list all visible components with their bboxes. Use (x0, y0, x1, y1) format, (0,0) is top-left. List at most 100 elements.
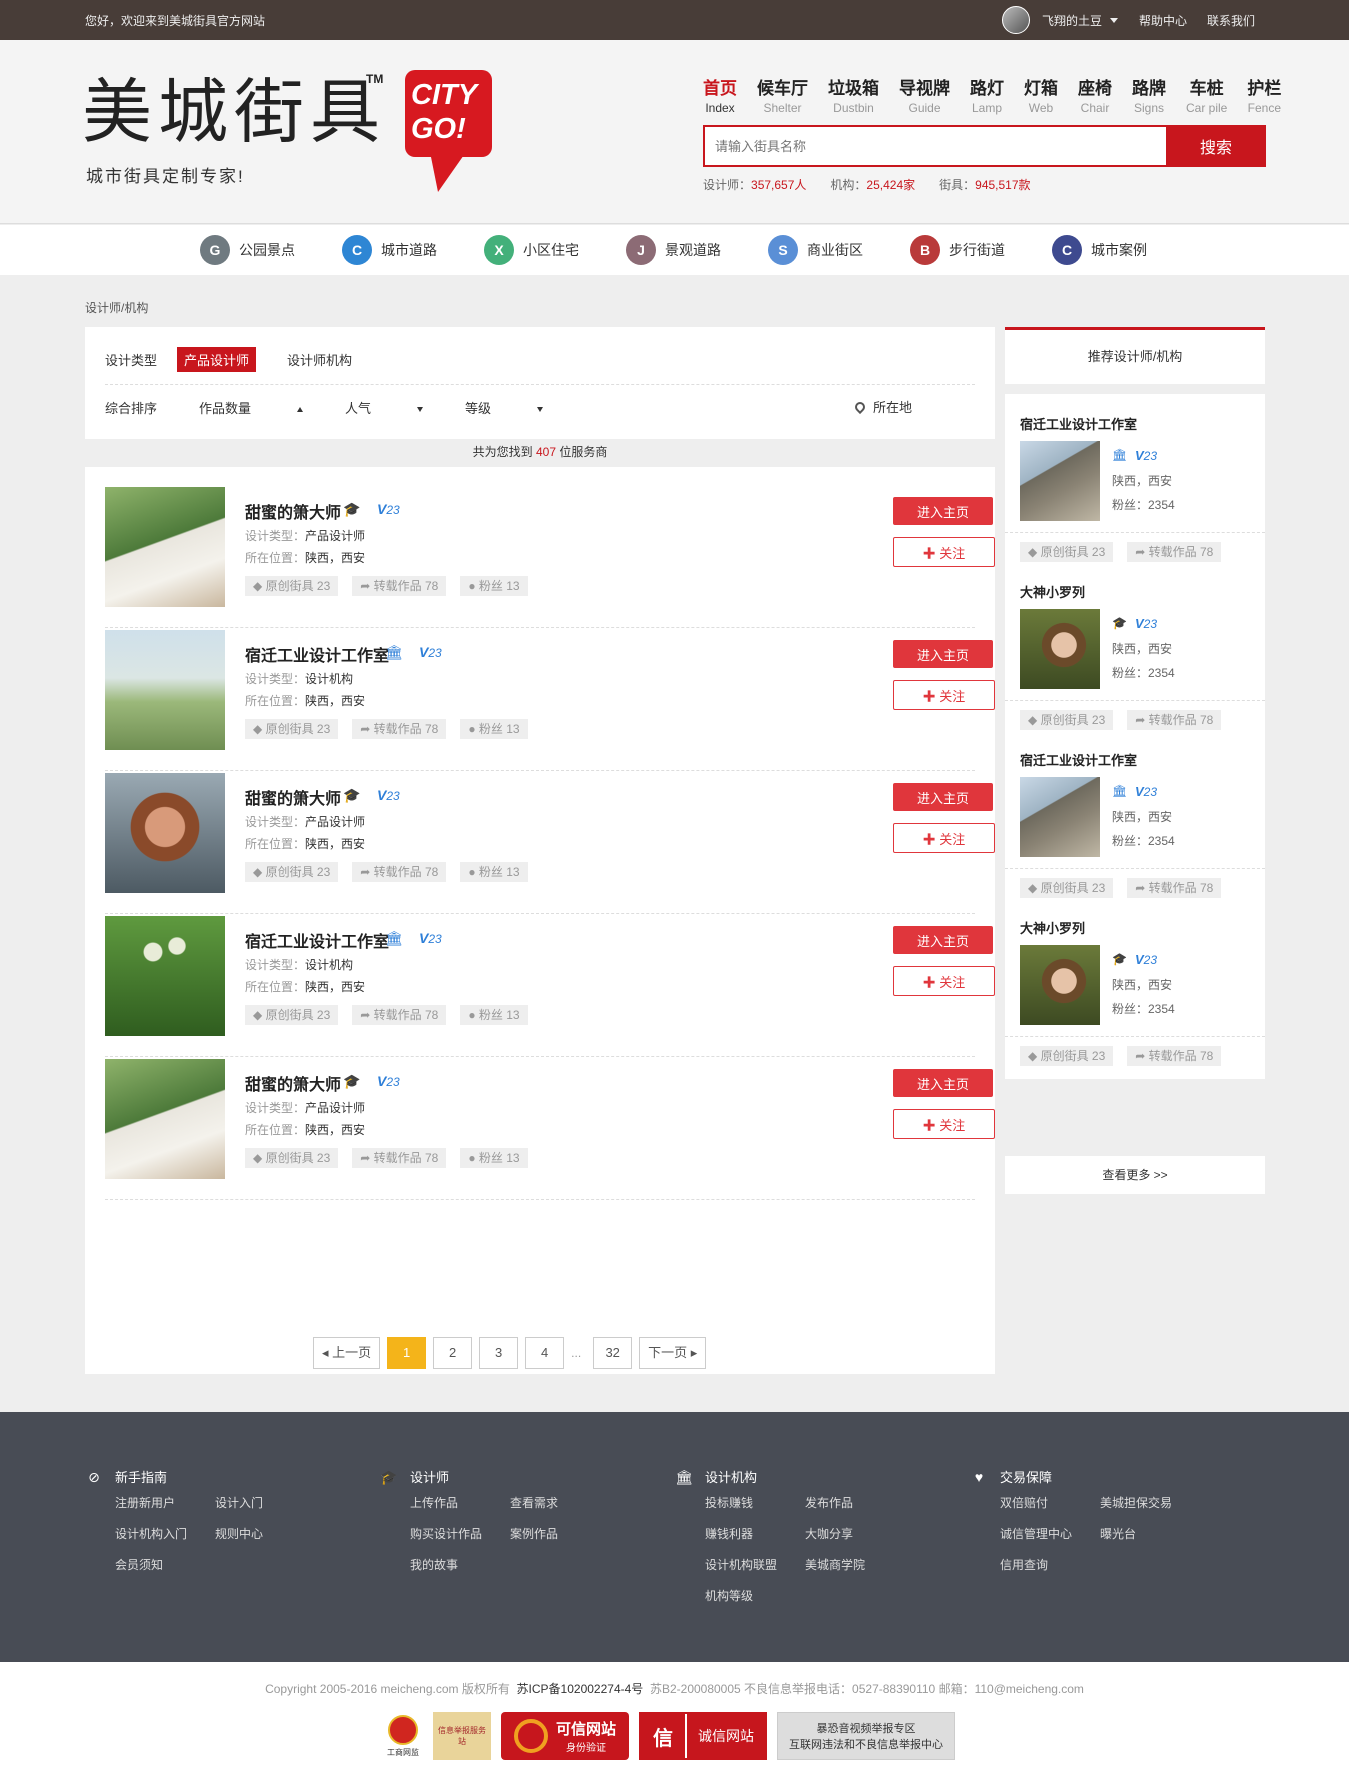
nav-item-fence[interactable]: 护栏 Fence (1247, 74, 1281, 115)
footer-link[interactable]: 诚信管理中心 (1000, 1525, 1100, 1542)
item-name[interactable]: 甜蜜的箫大师 (245, 785, 341, 809)
avatar[interactable] (1002, 6, 1030, 34)
item-name[interactable]: 甜蜜的箫大师 (245, 499, 341, 523)
nav-item-guide[interactable]: 导视牌 Guide (899, 74, 950, 115)
footer-link[interactable]: 双倍赔付 (1000, 1494, 1100, 1511)
badge-report-station[interactable]: 信息举报服务站 (433, 1712, 491, 1760)
footer-link[interactable]: 我的故事 (410, 1556, 510, 1573)
item-name[interactable]: 宿迁工业设计工作室 (245, 642, 389, 666)
share-icon: ➦ (1135, 881, 1149, 895)
badge-integrity-site[interactable]: 信 诚信网站 (639, 1712, 767, 1760)
badge-trusted-site[interactable]: 可信网站 身份验证 (501, 1712, 629, 1760)
page-4[interactable]: 4 (525, 1337, 565, 1369)
badge-gov-seal[interactable]: 工商网监 (383, 1712, 423, 1760)
footer-link[interactable]: 信用查询 (1000, 1556, 1100, 1573)
follow-button[interactable]: ✚ 关注 (893, 823, 995, 853)
recommended-name[interactable]: 宿迁工业设计工作室 (1020, 750, 1137, 769)
item-thumbnail[interactable] (105, 773, 225, 893)
recommended-name[interactable]: 大神小罗列 (1020, 582, 1085, 601)
nav-item-car-pile[interactable]: 车桩 Car pile (1186, 74, 1227, 115)
logo[interactable]: 美城街具 (82, 72, 386, 152)
recommended-name[interactable]: 大神小罗列 (1020, 918, 1085, 937)
location-label[interactable]: 所在地 (873, 397, 912, 416)
enter-homepage-button[interactable]: 进入主页 (893, 640, 993, 668)
nav-item-chair[interactable]: 座椅 Chair (1078, 74, 1112, 115)
nav-label: 灯箱 (1024, 79, 1058, 98)
username[interactable]: 飞翔的土豆 (1042, 12, 1102, 29)
enter-homepage-button[interactable]: 进入主页 (893, 783, 993, 811)
nav-item-signs[interactable]: 路牌 Signs (1132, 74, 1166, 115)
category-item[interactable]: C 城市案例 (1052, 235, 1147, 265)
sort-overall[interactable]: 综合排序 (105, 398, 157, 417)
see-more-link[interactable]: 查看更多 >> (1005, 1156, 1265, 1194)
footer-link[interactable]: 机构等级 (705, 1587, 805, 1604)
footer-link[interactable]: 大咖分享 (805, 1525, 905, 1542)
tab-product-designer[interactable]: 产品设计师 (177, 347, 257, 372)
category-item[interactable]: X 小区住宅 (484, 235, 579, 265)
contact-us-link[interactable]: 联系我们 (1207, 12, 1255, 29)
recommended-thumbnail[interactable] (1020, 609, 1100, 689)
nav-item-shelter[interactable]: 候车厅 Shelter (757, 74, 808, 115)
footer-link[interactable]: 设计机构联盟 (705, 1556, 805, 1573)
footer-link[interactable]: 案例作品 (510, 1525, 610, 1542)
page-1[interactable]: 1 (387, 1337, 427, 1369)
icp-number[interactable]: 苏ICP备102002274-4号 (517, 1682, 644, 1696)
follow-button[interactable]: ✚ 关注 (893, 537, 995, 567)
user-menu[interactable]: 飞翔的土豆 (1002, 6, 1119, 34)
category-item[interactable]: B 步行街道 (910, 235, 1005, 265)
help-center-link[interactable]: 帮助中心 (1139, 12, 1187, 29)
footer-link[interactable]: 曝光台 (1100, 1525, 1200, 1542)
enter-homepage-button[interactable]: 进入主页 (893, 926, 993, 954)
category-item[interactable]: S 商业街区 (768, 235, 863, 265)
location-filter[interactable]: 所在地 (852, 397, 912, 416)
category-item[interactable]: J 景观道路 (626, 235, 721, 265)
footer-link[interactable]: 设计机构入门 (115, 1525, 215, 1542)
search-input[interactable] (703, 125, 1166, 167)
category-item[interactable]: C 城市道路 (342, 235, 437, 265)
next-page-button[interactable]: 下一页 ▸ (639, 1337, 707, 1369)
nav-item-web[interactable]: 灯箱 Web (1024, 74, 1058, 115)
footer-link[interactable]: 投标赚钱 (705, 1494, 805, 1511)
footer-link[interactable]: 规则中心 (215, 1525, 315, 1542)
page-2[interactable]: 2 (433, 1337, 473, 1369)
footer-link[interactable]: 上传作品 (410, 1494, 510, 1511)
chevron-down-icon[interactable] (1110, 17, 1119, 23)
footer-link[interactable]: 发布作品 (805, 1494, 905, 1511)
footer-link[interactable]: 会员须知 (115, 1556, 215, 1573)
follow-button[interactable]: ✚ 关注 (893, 966, 995, 996)
enter-homepage-button[interactable]: 进入主页 (893, 497, 993, 525)
item-thumbnail[interactable] (105, 630, 225, 750)
category-item[interactable]: G 公园景点 (200, 235, 295, 265)
nav-item-lamp[interactable]: 路灯 Lamp (970, 74, 1004, 115)
recommended-thumbnail[interactable] (1020, 441, 1100, 521)
follow-button[interactable]: ✚ 关注 (893, 1109, 995, 1139)
enter-homepage-button[interactable]: 进入主页 (893, 1069, 993, 1097)
item-name[interactable]: 宿迁工业设计工作室 (245, 928, 389, 952)
footer-link[interactable]: 购买设计作品 (410, 1525, 510, 1542)
tab-designer-org[interactable]: 设计师机构 (280, 347, 359, 372)
search-button[interactable]: 搜索 (1166, 125, 1266, 167)
follow-button[interactable]: ✚ 关注 (893, 680, 995, 710)
sort-popularity[interactable]: 人气 (345, 398, 424, 417)
prev-page-button[interactable]: ◂ 上一页 (313, 1337, 381, 1369)
item-thumbnail[interactable] (105, 916, 225, 1036)
footer-link[interactable]: 设计入门 (215, 1494, 315, 1511)
footer-link[interactable]: 赚钱利器 (705, 1525, 805, 1542)
sort-works-count[interactable]: 作品数量 (199, 398, 304, 417)
nav-item-index[interactable]: 首页 Index (703, 74, 737, 115)
page-last[interactable]: 32 (593, 1337, 633, 1369)
footer-link[interactable]: 查看需求 (510, 1494, 610, 1511)
item-name[interactable]: 甜蜜的箫大师 (245, 1071, 341, 1095)
recommended-name[interactable]: 宿迁工业设计工作室 (1020, 414, 1137, 433)
item-thumbnail[interactable] (105, 1059, 225, 1179)
recommended-thumbnail[interactable] (1020, 777, 1100, 857)
page-3[interactable]: 3 (479, 1337, 519, 1369)
nav-item-dustbin[interactable]: 垃圾箱 Dustbin (828, 74, 879, 115)
badge-report-center[interactable]: 暴恐音视频举报专区 互联网违法和不良信息举报中心 (777, 1712, 955, 1760)
footer-link[interactable]: 美城担保交易 (1100, 1494, 1200, 1511)
footer-link[interactable]: 美城商学院 (805, 1556, 905, 1573)
sort-level[interactable]: 等级 (465, 398, 544, 417)
item-thumbnail[interactable] (105, 487, 225, 607)
footer-link[interactable]: 注册新用户 (115, 1494, 215, 1511)
recommended-thumbnail[interactable] (1020, 945, 1100, 1025)
